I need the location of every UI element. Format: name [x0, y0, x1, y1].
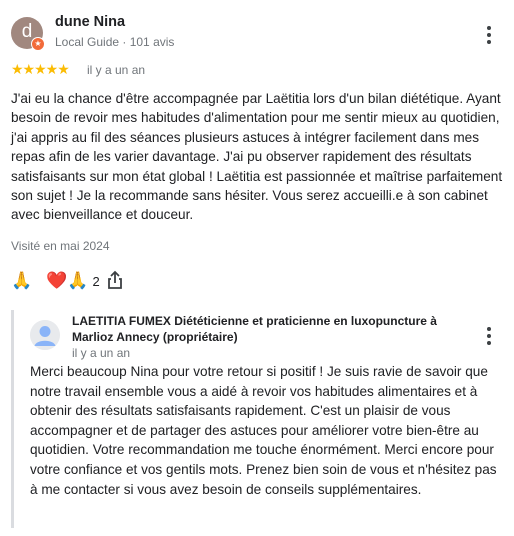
reviewer-name[interactable]: dune Nina: [55, 14, 125, 30]
avatar-letter: d: [21, 21, 33, 42]
reply-more-vert-icon[interactable]: [479, 325, 499, 347]
review-text: J'ai eu la chance d'être accompagnée par…: [11, 91, 503, 223]
pray-reaction-button[interactable]: 🙏: [11, 271, 32, 291]
reply-divider: [11, 310, 14, 528]
owner-reply-date: il y a un an: [72, 346, 131, 360]
review-date: il y a un an: [87, 63, 146, 77]
reaction-count[interactable]: 2: [93, 274, 100, 289]
reactions-bar: 🙏 ❤️🙏 2: [11, 270, 100, 292]
reaction-summary[interactable]: ❤️🙏: [46, 271, 88, 291]
reviewer-meta[interactable]: Local Guide · 101 avis: [55, 35, 174, 49]
share-icon[interactable]: [106, 270, 124, 290]
owner-name[interactable]: LAETITIA FUMEX Diététicienne et praticie…: [72, 313, 452, 345]
more-vert-icon[interactable]: [479, 24, 499, 46]
person-avatar-icon[interactable]: [30, 320, 60, 350]
reviewer-avatar[interactable]: d ★: [11, 17, 45, 51]
review-card: d ★ dune Nina Local Guide · 101 avis ★★★…: [0, 0, 514, 536]
rating-stars: ★★★★★: [11, 61, 70, 77]
owner-reply-text: Merci beaucoup Nina pour votre retour si…: [30, 364, 497, 497]
visit-date: Visité en mai 2024: [11, 239, 110, 253]
local-guide-badge-icon: ★: [31, 37, 45, 51]
